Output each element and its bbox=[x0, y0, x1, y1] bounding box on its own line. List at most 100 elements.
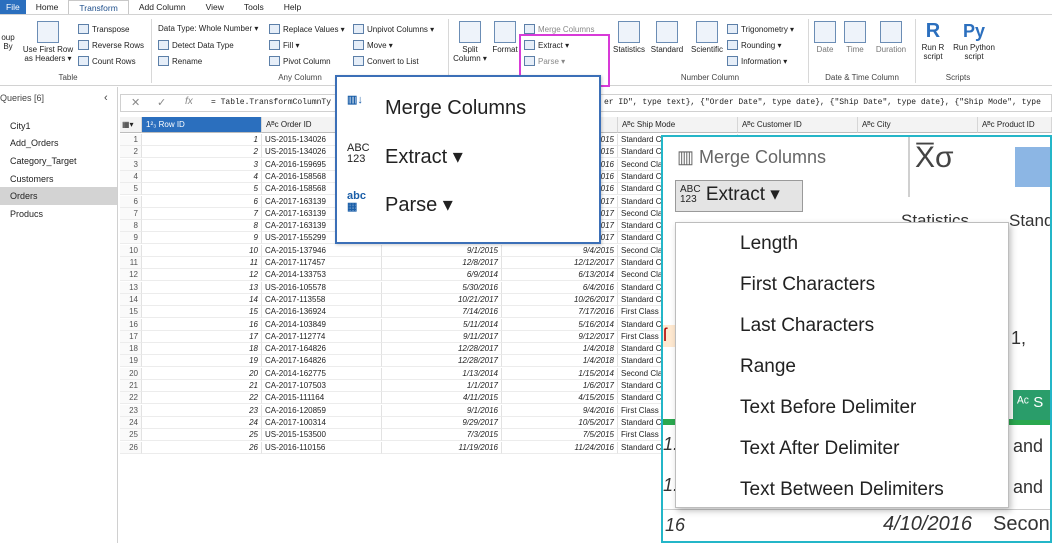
formula-input[interactable]: = Table.TransformColumnTy bbox=[211, 98, 331, 107]
column-header-city[interactable]: Aᴮc City bbox=[858, 117, 978, 133]
table-cell[interactable]: 9/11/2017 bbox=[382, 330, 502, 343]
table-cell[interactable]: CA-2017-112774 bbox=[262, 330, 382, 343]
fill-button[interactable]: Fill ▾ bbox=[269, 40, 299, 50]
table-menu-icon[interactable]: ▦▾ bbox=[120, 117, 142, 133]
convert-to-list-button[interactable]: Convert to List bbox=[353, 56, 419, 66]
table-cell[interactable]: 4 bbox=[142, 170, 262, 183]
rename-button[interactable]: Rename bbox=[158, 56, 202, 66]
transpose-button[interactable]: Transpose bbox=[78, 24, 130, 34]
table-cell[interactable]: 8 bbox=[142, 220, 262, 233]
table-cell[interactable]: 10/21/2017 bbox=[382, 293, 502, 306]
column-header-ship-mode[interactable]: Aᴮc Ship Mode bbox=[618, 117, 738, 133]
table-cell[interactable]: CA-2017-117457 bbox=[262, 257, 382, 269]
menu-item-length[interactable]: Length bbox=[740, 233, 798, 255]
column-header-row-id[interactable]: 1²₃ Row ID bbox=[142, 117, 262, 133]
table-cell[interactable]: 21 bbox=[142, 380, 262, 392]
split-column-button[interactable]: Split Column ▾ bbox=[452, 21, 488, 63]
collapse-icon[interactable]: ‹ bbox=[104, 92, 108, 104]
table-cell[interactable]: CA-2017-107503 bbox=[262, 380, 382, 392]
trigonometry-button[interactable]: Trigonometry ▾ bbox=[727, 24, 794, 34]
table-cell[interactable]: 13 bbox=[142, 281, 262, 294]
pivot-column-button[interactable]: Pivot Column bbox=[269, 56, 331, 66]
detect-data-type-button[interactable]: Detect Data Type bbox=[158, 40, 234, 50]
table-cell[interactable]: US-2015-153500 bbox=[262, 429, 382, 442]
table-cell[interactable]: 9/4/2016 bbox=[502, 404, 618, 417]
table-cell[interactable]: 4/11/2015 bbox=[382, 392, 502, 405]
table-cell[interactable]: 7/5/2015 bbox=[502, 429, 618, 442]
table-cell[interactable]: 24 bbox=[142, 416, 262, 429]
table-cell[interactable]: 7/14/2016 bbox=[382, 306, 502, 319]
run-r-script-button[interactable]: R Run R script bbox=[918, 19, 948, 61]
table-cell[interactable]: CA-2017-113558 bbox=[262, 293, 382, 306]
table-cell[interactable]: 26 bbox=[142, 441, 262, 454]
parse-item[interactable]: abc ▦ Parse ▾ bbox=[347, 191, 453, 217]
table-cell[interactable]: 1 bbox=[142, 134, 262, 146]
table-cell[interactable]: 16 bbox=[142, 318, 262, 331]
column-header-customer-id[interactable]: Aᴮc Customer ID bbox=[738, 117, 858, 133]
table-cell[interactable]: 12/28/2017 bbox=[382, 355, 502, 368]
table-cell[interactable]: 9 bbox=[142, 232, 262, 245]
table-cell[interactable]: 9/4/2015 bbox=[502, 244, 618, 257]
merge-columns-item[interactable]: ▥ Merge Columns bbox=[677, 147, 826, 168]
table-cell[interactable]: CA-2014-162775 bbox=[262, 367, 382, 380]
table-cell[interactable]: 5 bbox=[142, 183, 262, 196]
table-cell[interactable]: 5/16/2014 bbox=[502, 318, 618, 331]
table-cell[interactable]: 1/13/2014 bbox=[382, 367, 502, 380]
table-cell[interactable]: CA-2017-164826 bbox=[262, 343, 382, 356]
menu-item-text-between-delimiters[interactable]: Text Between Delimiters bbox=[740, 479, 944, 501]
query-item-customers[interactable]: Customers bbox=[0, 170, 117, 188]
table-cell[interactable]: 20 bbox=[142, 367, 262, 380]
table-cell[interactable]: 1/4/2018 bbox=[502, 355, 618, 368]
table-cell[interactable]: 4/15/2015 bbox=[502, 392, 618, 405]
table-cell[interactable]: 14 bbox=[142, 293, 262, 306]
count-rows-button[interactable]: Count Rows bbox=[78, 56, 136, 66]
duration-button[interactable]: Duration bbox=[871, 21, 911, 54]
table-cell[interactable]: 12 bbox=[142, 269, 262, 282]
rounding-button[interactable]: Rounding ▾ bbox=[727, 40, 782, 50]
table-cell[interactable]: 7/17/2016 bbox=[502, 306, 618, 319]
move-button[interactable]: Move ▾ bbox=[353, 40, 393, 50]
table-cell[interactable]: CA-2015-137946 bbox=[262, 244, 382, 257]
replace-values-button[interactable]: Replace Values ▾ bbox=[269, 24, 345, 34]
table-cell[interactable]: 25 bbox=[142, 429, 262, 442]
table-cell[interactable]: 1/4/2018 bbox=[502, 343, 618, 356]
table-cell[interactable]: 6/13/2014 bbox=[502, 269, 618, 282]
table-cell[interactable]: 2 bbox=[142, 146, 262, 159]
table-cell[interactable]: 10/5/2017 bbox=[502, 416, 618, 429]
table-cell[interactable]: 3 bbox=[142, 158, 262, 171]
tab-add-column[interactable]: Add Column bbox=[129, 0, 196, 14]
table-cell[interactable]: 6/4/2016 bbox=[502, 281, 618, 294]
table-cell[interactable]: 12/12/2017 bbox=[502, 257, 618, 269]
confirm-icon[interactable]: ✓ bbox=[157, 96, 166, 109]
table-cell[interactable]: 9/12/2017 bbox=[502, 330, 618, 343]
scientific-button[interactable]: Scientific bbox=[688, 21, 726, 54]
run-python-script-button[interactable]: Py Run Python script bbox=[950, 19, 998, 61]
format-button[interactable]: Format bbox=[490, 21, 520, 54]
tab-tools[interactable]: Tools bbox=[234, 0, 274, 14]
table-cell[interactable]: 18 bbox=[142, 343, 262, 356]
query-item-add-orders[interactable]: Add_Orders bbox=[0, 134, 117, 152]
table-cell[interactable]: CA-2016-136924 bbox=[262, 306, 382, 319]
table-cell[interactable]: 15 bbox=[142, 306, 262, 319]
statistics-button[interactable]: Statistics bbox=[612, 21, 646, 54]
column-header-product-id[interactable]: Aᴮc Product ID bbox=[978, 117, 1052, 133]
information-button[interactable]: Information ▾ bbox=[727, 56, 787, 66]
data-type-dropdown[interactable]: Data Type: Whole Number ▾ bbox=[158, 24, 258, 33]
table-cell[interactable]: 5/30/2016 bbox=[382, 281, 502, 294]
time-button[interactable]: Time bbox=[842, 21, 868, 54]
table-cell[interactable]: 1/15/2014 bbox=[502, 367, 618, 380]
table-cell[interactable]: 22 bbox=[142, 392, 262, 405]
table-cell[interactable]: 7 bbox=[142, 207, 262, 220]
menu-item-text-before-delimiter[interactable]: Text Before Delimiter bbox=[740, 397, 916, 419]
table-cell[interactable]: 17 bbox=[142, 330, 262, 343]
table-cell[interactable]: 19 bbox=[142, 355, 262, 368]
table-cell[interactable]: CA-2017-164826 bbox=[262, 355, 382, 368]
tab-transform[interactable]: Transform bbox=[68, 0, 129, 15]
table-cell[interactable]: 1/1/2017 bbox=[382, 380, 502, 392]
table-cell[interactable]: 11/19/2016 bbox=[382, 441, 502, 454]
extract-button[interactable]: ABC 123 Extract ▾ bbox=[675, 180, 803, 212]
query-item-city1[interactable]: City1 bbox=[0, 117, 117, 135]
table-cell[interactable]: US-2016-110156 bbox=[262, 441, 382, 454]
tab-file[interactable]: File bbox=[0, 0, 26, 14]
extract-item[interactable]: ABC 123 Extract ▾ bbox=[347, 143, 463, 169]
